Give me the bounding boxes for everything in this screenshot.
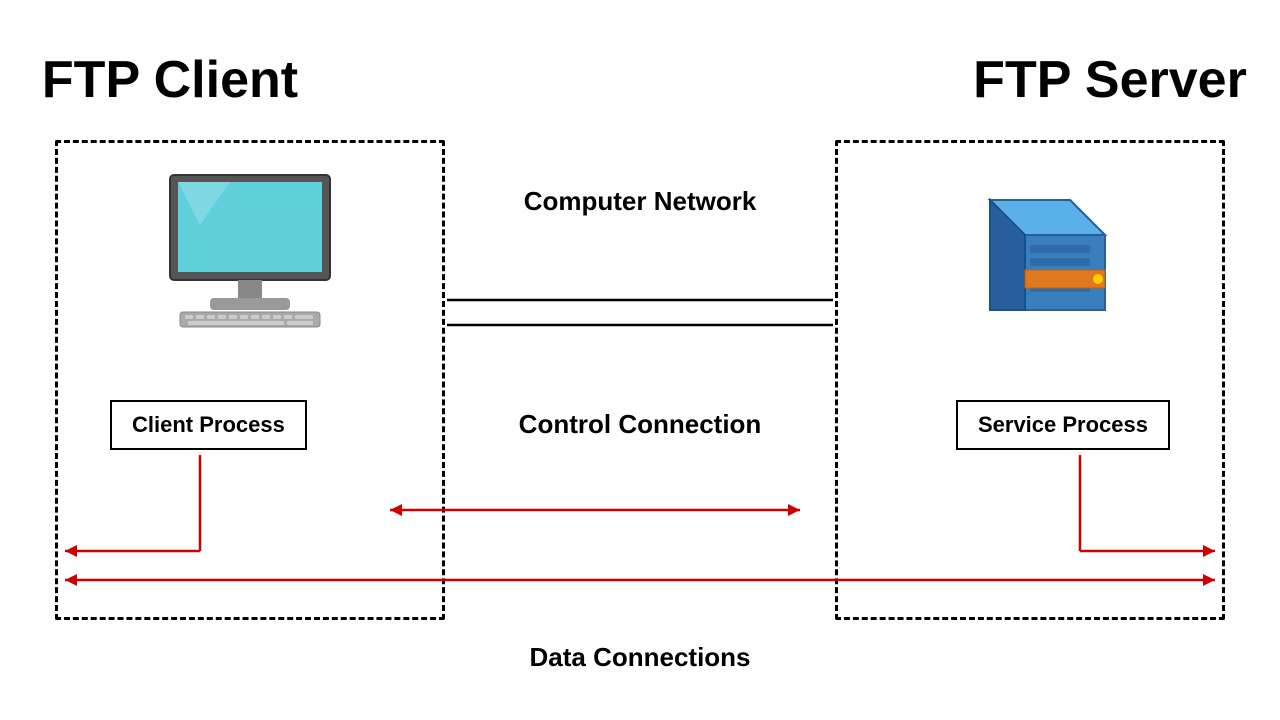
ftp-client-title: FTP Client xyxy=(42,50,298,110)
ftp-server-title: FTP Server xyxy=(973,50,1247,110)
server-icon xyxy=(835,170,1225,330)
control-connection-label: Control Connection xyxy=(519,408,762,442)
diagram-container: FTP Client FTP Server xyxy=(0,0,1280,720)
service-process-box: Service Process xyxy=(956,400,1170,450)
data-connections-label: Data Connections xyxy=(529,641,750,675)
client-process-box: Client Process xyxy=(110,400,307,450)
computer-icon xyxy=(55,170,445,330)
network-label: Computer Network xyxy=(524,185,757,219)
